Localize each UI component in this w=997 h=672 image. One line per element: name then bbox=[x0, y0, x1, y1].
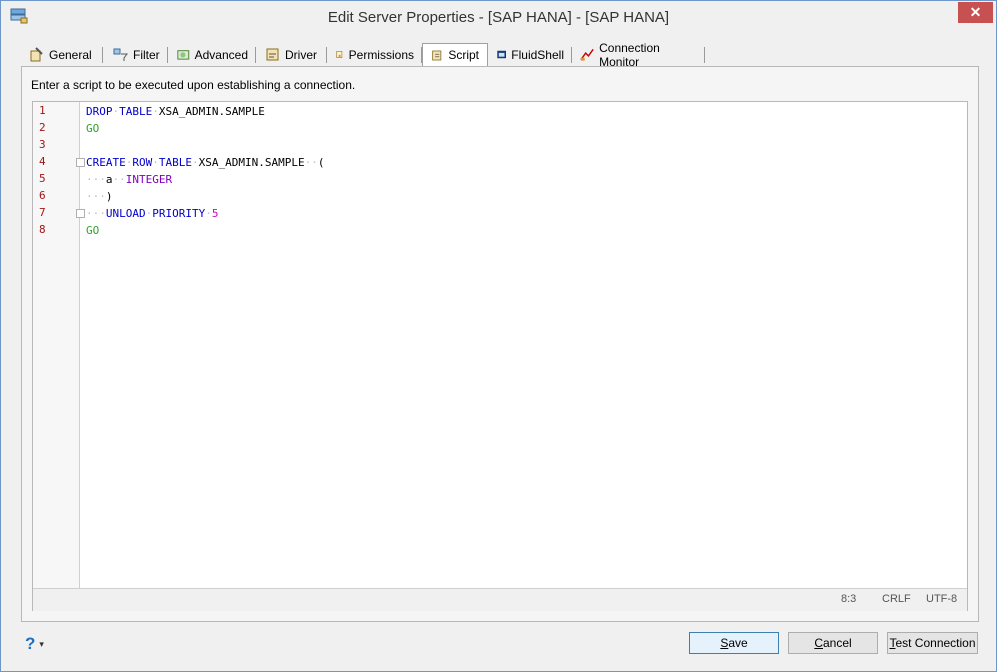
line-number: 6 bbox=[39, 189, 46, 202]
script-editor[interactable]: 1 2 3 4 5 6 7 8 DROP·TABLE·XSA_ADMIN.SAM… bbox=[32, 101, 968, 611]
tab-label: FluidShell bbox=[511, 47, 564, 62]
code-token: XSA_ADMIN.SAMPLE bbox=[158, 105, 265, 118]
editor-status-bar: 8:3 CRLF UTF-8 bbox=[33, 588, 967, 611]
close-button[interactable]: ✕ bbox=[958, 2, 993, 23]
help-button[interactable]: ? ▾ bbox=[25, 634, 44, 654]
script-panel: Enter a script to be executed upon estab… bbox=[21, 66, 979, 622]
code-token: TABLE bbox=[158, 156, 192, 169]
code-token: a bbox=[105, 173, 113, 186]
tab-general[interactable]: General bbox=[21, 44, 103, 65]
line-ending: CRLF bbox=[882, 593, 911, 605]
tab-label: Connection Monitor bbox=[599, 40, 660, 69]
tab-filter[interactable]: Filter bbox=[105, 44, 168, 65]
code-line: CREATE·ROW·TABLE·XSA_ADMIN.SAMPLE··( bbox=[86, 156, 325, 169]
driver-icon bbox=[266, 48, 279, 61]
test-connection-button[interactable]: Test Connection bbox=[887, 632, 978, 654]
line-number: 7 bbox=[39, 206, 46, 219]
window-title: Edit Server Properties - [SAP HANA] - [S… bbox=[327, 9, 670, 26]
tab-label: Filter bbox=[133, 47, 160, 62]
code-line: GO bbox=[86, 222, 99, 239]
cancel-label: ancel bbox=[822, 636, 852, 650]
code-token: TABLE bbox=[119, 105, 153, 118]
code-token: ) bbox=[105, 190, 113, 203]
line-number: 4 bbox=[39, 155, 46, 168]
line-number: 2 bbox=[39, 121, 46, 134]
tab-script[interactable]: Script bbox=[422, 43, 488, 66]
chevron-down-icon: ▾ bbox=[39, 638, 44, 649]
cancel-button[interactable]: Cancel bbox=[788, 632, 878, 654]
edit-server-properties-dialog: Edit Server Properties - [SAP HANA] - [S… bbox=[0, 0, 997, 672]
encoding: UTF-8 bbox=[926, 593, 958, 605]
tab-label: Advanced bbox=[194, 47, 248, 62]
script-instructions: Enter a script to be executed upon estab… bbox=[31, 78, 356, 92]
tab-permissions[interactable]: Permissions bbox=[327, 44, 422, 65]
cancel-mnemonic: C bbox=[814, 636, 823, 650]
code-token: INTEGER bbox=[125, 173, 173, 186]
code-token: XSA_ADMIN.SAMPLE bbox=[198, 156, 305, 169]
code-token: PRIORITY bbox=[152, 207, 206, 220]
code-token: ( bbox=[317, 156, 325, 169]
code-token: ROW bbox=[132, 156, 153, 169]
code-line: ···UNLOAD·PRIORITY·5 bbox=[86, 207, 219, 220]
fluidshell-icon bbox=[497, 50, 506, 59]
code-line: DROP·TABLE·XSA_ADMIN.SAMPLE bbox=[86, 105, 265, 118]
fold-collapse-icon[interactable] bbox=[76, 158, 85, 167]
code-token: GO bbox=[86, 122, 100, 135]
help-icon: ? bbox=[25, 634, 36, 653]
script-icon bbox=[432, 50, 442, 60]
connection-monitor-icon bbox=[580, 48, 594, 61]
permissions-icon bbox=[336, 51, 343, 58]
tab-fluidshell[interactable]: FluidShell bbox=[489, 44, 572, 65]
cursor-position: 8:3 bbox=[841, 593, 857, 605]
tab-driver[interactable]: Driver bbox=[257, 44, 327, 65]
line-number: 1 bbox=[39, 104, 46, 117]
line-number: 8 bbox=[39, 223, 46, 236]
filter-icon bbox=[113, 48, 128, 61]
tab-bar: General Filter Advanced Driver Permissio… bbox=[11, 41, 986, 69]
line-number: 5 bbox=[39, 172, 46, 185]
line-number: 3 bbox=[39, 138, 46, 151]
tab-connection-monitor[interactable]: Connection Monitor bbox=[572, 41, 705, 69]
line-number-gutter: 1 2 3 4 5 6 7 8 bbox=[33, 102, 85, 588]
title-bar: Edit Server Properties - [SAP HANA] - [S… bbox=[1, 1, 996, 34]
tab-label: General bbox=[49, 47, 92, 62]
code-line: ···) bbox=[86, 190, 113, 203]
tab-label: Script bbox=[448, 48, 479, 62]
code-token: DROP bbox=[86, 105, 113, 118]
save-label: ave bbox=[728, 636, 748, 650]
code-line: GO bbox=[86, 120, 99, 137]
code-token: UNLOAD bbox=[105, 207, 146, 220]
code-token: GO bbox=[86, 224, 100, 237]
code-area[interactable]: DROP·TABLE·XSA_ADMIN.SAMPLE GO CREATE·RO… bbox=[86, 102, 966, 588]
code-line: ···a··INTEGER bbox=[86, 173, 173, 186]
test-label: est Connection bbox=[895, 636, 976, 650]
advanced-icon bbox=[177, 50, 190, 60]
fold-end-icon bbox=[76, 209, 85, 218]
code-token: 5 bbox=[211, 207, 219, 220]
tab-advanced[interactable]: Advanced bbox=[169, 44, 256, 65]
code-token: CREATE bbox=[86, 156, 126, 169]
save-button[interactable]: Save bbox=[689, 632, 779, 654]
tab-label: Permissions bbox=[348, 47, 414, 62]
tab-label: Driver bbox=[285, 47, 317, 62]
general-icon bbox=[30, 47, 43, 62]
